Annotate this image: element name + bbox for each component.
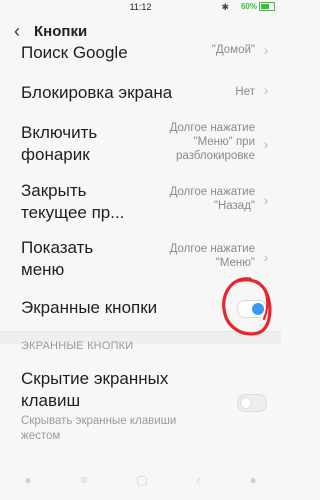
setting-value: "Домой" xyxy=(211,44,255,56)
page-title: Кнопки xyxy=(34,22,88,40)
setting-label: Экранные кнопки xyxy=(21,298,158,317)
chevron-right-icon: › xyxy=(263,136,269,152)
setting-show-menu[interactable]: Показать меню Долгое нажатие "Меню" › xyxy=(0,231,281,288)
setting-value-line3: разблокировке xyxy=(175,150,255,162)
setting-flashlight[interactable]: Включить фонарик Долгое нажатие "Меню" п… xyxy=(0,116,281,175)
setting-label-line1: Скрытие экранных xyxy=(21,369,169,388)
status-time: 11:12 xyxy=(129,2,152,12)
setting-google-search[interactable]: Поиск Google "Домой" › xyxy=(0,40,281,71)
setting-label-line2: текущее пр... xyxy=(21,203,125,222)
nav-back-icon[interactable]: ‹ xyxy=(197,473,201,487)
setting-label-line1: Закрыть xyxy=(21,181,87,200)
battery-icon xyxy=(259,2,275,11)
setting-value-line1: Долгое нажатие xyxy=(169,122,255,134)
setting-hide-keys[interactable]: Скрытие экранных клавиш Скрывать экранны… xyxy=(0,358,281,444)
chevron-right-icon: › xyxy=(263,82,269,98)
setting-value-line1: Долгое нажатие xyxy=(169,186,255,198)
setting-onscreen-buttons[interactable]: Экранные кнопки xyxy=(0,287,281,332)
setting-label-line1: Показать xyxy=(21,238,94,257)
setting-value-line2: "Меню" при xyxy=(193,136,256,148)
setting-label-line2: меню xyxy=(21,260,65,279)
setting-value-line1: Долгое нажатие xyxy=(169,243,255,255)
hide-keys-toggle[interactable] xyxy=(237,394,267,412)
nav-menu-icon[interactable]: ≡ xyxy=(80,473,87,487)
status-bar: 11:12 ✱ 60% xyxy=(0,0,281,16)
setting-screen-lock[interactable]: Блокировка экрана Нет › xyxy=(0,70,281,117)
battery-indicator: 60% xyxy=(241,2,275,11)
onscreen-buttons-toggle[interactable] xyxy=(237,300,267,318)
setting-desc-line1: Скрывать экранные клавиши xyxy=(21,415,177,427)
back-arrow-icon[interactable]: ‹ xyxy=(6,21,28,42)
nav-home-icon[interactable]: ▢ xyxy=(136,473,147,487)
setting-label-line2: фонарик xyxy=(21,145,90,164)
setting-close-app[interactable]: Закрыть текущее пр... Долгое нажатие "На… xyxy=(0,174,281,232)
setting-label: Блокировка экрана xyxy=(21,83,173,102)
setting-desc-line2: жестом xyxy=(21,430,61,442)
section-heading: ЭКРАННЫЕ КНОПКИ xyxy=(21,340,134,352)
setting-label-line2: клавиш xyxy=(21,391,81,410)
setting-value-line2: "Назад" xyxy=(213,200,255,212)
bluetooth-icon: ✱ xyxy=(221,2,229,12)
nav-dot-icon[interactable]: ● xyxy=(24,473,31,487)
chevron-right-icon: › xyxy=(263,192,269,208)
setting-value: Нет xyxy=(235,86,255,98)
setting-value-line2: "Меню" xyxy=(215,257,255,269)
toggle-knob xyxy=(252,303,264,315)
nav-dot-icon[interactable]: ● xyxy=(249,473,256,487)
chevron-right-icon: › xyxy=(263,42,269,58)
system-nav-bar: ● ≡ ▢ ‹ ● xyxy=(0,460,281,500)
battery-level: 60% xyxy=(240,2,257,11)
chevron-right-icon: › xyxy=(263,249,269,265)
setting-label: Поиск Google xyxy=(21,43,128,62)
setting-label-line1: Включить xyxy=(21,123,98,142)
toggle-knob xyxy=(240,397,252,409)
